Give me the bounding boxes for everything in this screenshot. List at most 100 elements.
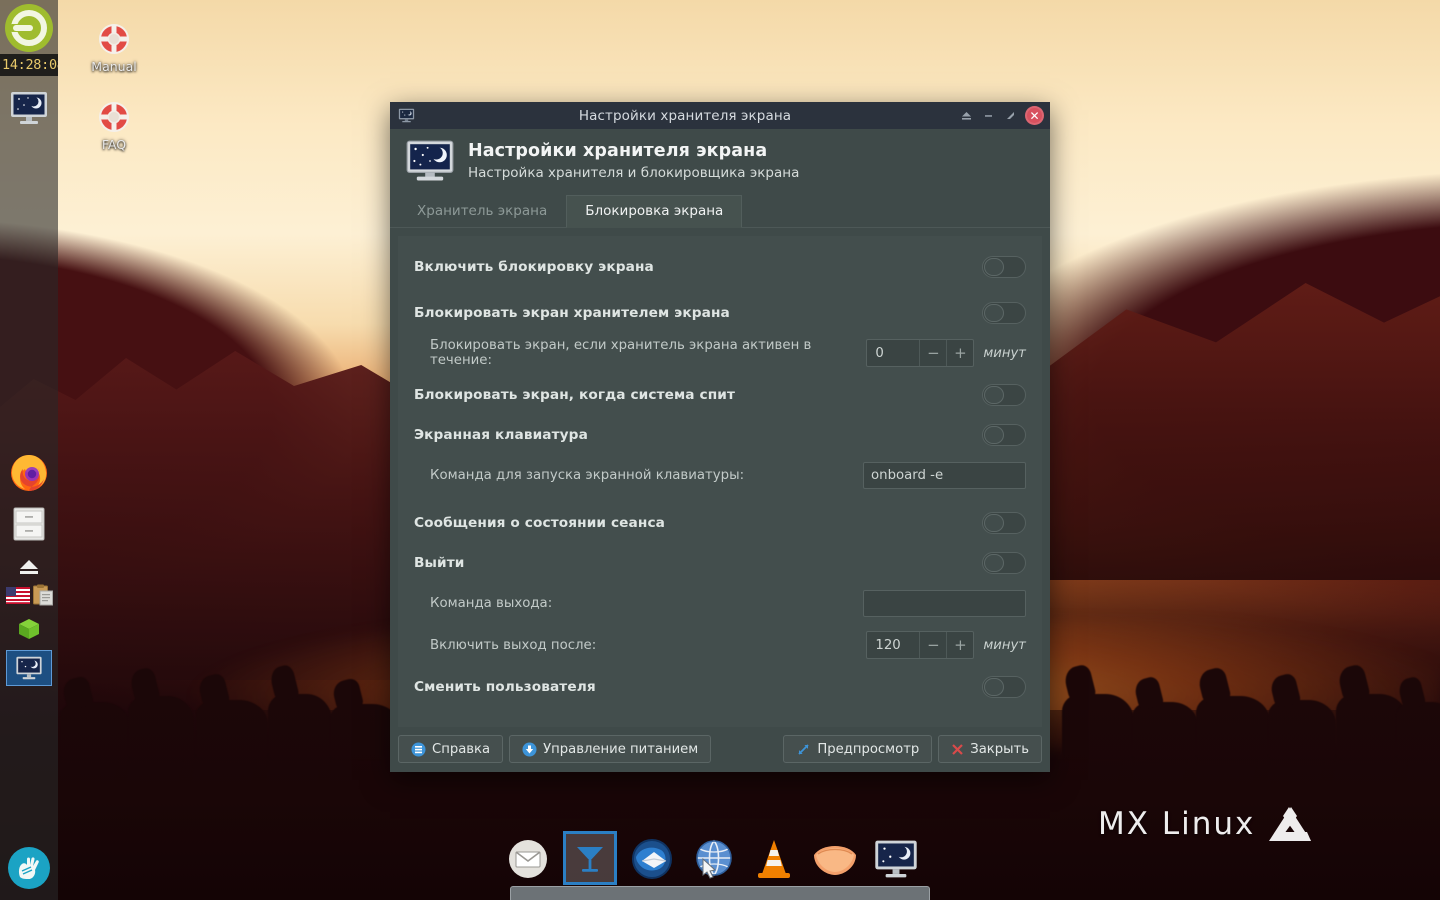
panel-clock[interactable]: 14:28:08 — [0, 54, 58, 76]
panel-screensaver-launcher[interactable] — [0, 82, 58, 134]
martini-glass-icon — [572, 840, 608, 876]
row-switch-user: Сменить пользователя — [414, 670, 1026, 704]
dock-item-screensaver[interactable] — [873, 836, 919, 882]
dock-item-thunderbird[interactable] — [629, 836, 675, 882]
lock-settings-panel: Включить блокировку экрана Блокировать э… — [398, 236, 1042, 727]
dock-item-web-browser[interactable] — [690, 836, 736, 882]
power-logout-icon — [3, 2, 55, 54]
mx-linux-wordmark: MX Linux — [1098, 806, 1255, 842]
toggle-knob — [984, 554, 1004, 572]
minimize-icon[interactable] — [977, 105, 999, 127]
panel-eject-button[interactable] — [0, 550, 58, 584]
panel-firefox-button[interactable] — [0, 446, 58, 498]
row-label: Включить блокировку экрана — [414, 259, 654, 275]
row-session-status-messages: Сообщения о состоянии сеанса — [414, 506, 1026, 540]
window-header-title: Настройки хранителя экрана — [468, 141, 799, 163]
dock-item-mail[interactable] — [505, 836, 551, 882]
tab-strip: Хранитель экрана Блокировка экрана — [390, 195, 1050, 228]
maximize-icon[interactable] — [999, 105, 1021, 127]
row-enable-lock: Включить блокировку экрана — [414, 250, 1026, 284]
toggle-knob — [984, 386, 1004, 404]
toggle-lock-on-sleep[interactable] — [982, 384, 1026, 406]
dock-item-clementine[interactable] — [812, 836, 858, 882]
thunderbird-icon — [630, 837, 674, 881]
globe-cursor-icon — [691, 837, 735, 881]
help-button[interactable]: Справка — [398, 735, 503, 763]
row-label: Сообщения о состоянии сеанса — [414, 515, 665, 531]
row-lock-delay: Блокировать экран, если хранитель экрана… — [414, 336, 1026, 370]
spinner-logout-delay[interactable]: 120 − + — [866, 631, 974, 659]
envelope-icon — [507, 838, 549, 880]
toggle-lock-with-screensaver[interactable] — [982, 302, 1026, 324]
screensaver-monitor-icon — [15, 656, 43, 680]
clipboard-icon[interactable] — [33, 584, 53, 606]
toggle-switch-user[interactable] — [982, 676, 1026, 698]
toggle-knob — [984, 426, 1004, 444]
screensaver-monitor-icon — [398, 108, 415, 123]
panel-logout-button[interactable] — [0, 2, 58, 54]
preview-button[interactable]: Предпросмотр — [783, 735, 932, 763]
power-manager-icon — [522, 742, 537, 757]
toggle-onscreen-keyboard[interactable] — [982, 424, 1026, 446]
help-button-label: Справка — [432, 742, 490, 757]
power-manager-button-label: Управление питанием — [543, 742, 698, 757]
spinner-decrement-icon[interactable]: − — [919, 632, 946, 658]
bottom-panel-strip[interactable] — [510, 886, 930, 900]
input-keyboard-command[interactable]: onboard -e — [863, 462, 1026, 489]
screensaver-settings-window: Настройки хранителя экрана ✕ — [390, 102, 1050, 772]
screensaver-monitor-icon — [9, 91, 49, 125]
clock-time: 14:28:08 — [2, 57, 58, 73]
screensaver-moon-monitor-icon — [406, 140, 454, 182]
input-logout-command[interactable] — [863, 590, 1026, 617]
desktop-icon-label: FAQ — [102, 137, 126, 152]
tab-screen-lock[interactable]: Блокировка экрана — [566, 195, 742, 228]
row-logout: Выйти — [414, 546, 1026, 580]
spinner-increment-icon[interactable]: + — [946, 632, 973, 658]
dock-item-wine[interactable] — [566, 834, 614, 882]
row-label: Команда для запуска экранной клавиатуры: — [430, 468, 744, 483]
spinner-increment-icon[interactable]: + — [946, 340, 973, 366]
row-label: Включить выход после: — [430, 638, 596, 653]
panel-file-manager-button[interactable] — [0, 498, 58, 550]
row-label: Блокировать экран, если хранитель экрана… — [430, 338, 866, 368]
mx-linux-watermark: MX Linux — [1098, 805, 1313, 843]
spinner-value[interactable]: 0 — [867, 340, 919, 366]
panel-accessibility-button[interactable] — [0, 842, 58, 894]
panel-package-updater-button[interactable] — [0, 614, 58, 644]
panel-tray — [0, 584, 58, 606]
us-flag-icon[interactable] — [6, 587, 30, 604]
spinner-value[interactable]: 120 — [867, 632, 919, 658]
help-icon — [411, 742, 426, 757]
preview-arrows-icon — [796, 742, 811, 757]
close-icon[interactable]: ✕ — [1025, 106, 1044, 125]
unit-label: минут — [983, 638, 1026, 653]
toggle-enable-lock[interactable] — [982, 256, 1026, 278]
desktop-icon-manual[interactable]: Manual — [68, 22, 160, 74]
toggle-knob — [984, 514, 1004, 532]
window-title: Настройки хранителя экрана — [415, 108, 955, 124]
row-label: Сменить пользователя — [414, 679, 596, 695]
window-titlebar[interactable]: Настройки хранителя экрана ✕ — [390, 102, 1050, 129]
bottom-dock — [505, 834, 919, 882]
row-label: Блокировать экран, когда система спит — [414, 387, 735, 403]
spinner-decrement-icon[interactable]: − — [919, 340, 946, 366]
row-label: Выйти — [414, 555, 464, 571]
close-button[interactable]: Закрыть — [938, 735, 1042, 763]
toggle-session-status-messages[interactable] — [982, 512, 1026, 534]
toggle-knob — [984, 258, 1004, 276]
toggle-logout[interactable] — [982, 552, 1026, 574]
file-cabinet-icon — [10, 505, 48, 543]
spinner-lock-delay[interactable]: 0 − + — [866, 339, 974, 367]
toggle-knob — [984, 678, 1004, 696]
desktop-icon-faq[interactable]: FAQ — [68, 100, 160, 152]
shade-icon[interactable] — [955, 105, 977, 127]
row-label: Блокировать экран хранителем экрана — [414, 305, 730, 321]
taskbar-item-screensaver-settings[interactable] — [6, 650, 52, 686]
green-package-icon — [17, 617, 41, 641]
window-header-subtitle: Настройка хранителя и блокировщика экран… — [468, 165, 799, 181]
dock-item-vlc[interactable] — [751, 836, 797, 882]
unit-label: минут — [983, 346, 1026, 361]
tab-screensaver[interactable]: Хранитель экрана — [398, 195, 566, 227]
row-logout-command: Команда выхода: — [414, 586, 1026, 620]
power-manager-button[interactable]: Управление питанием — [509, 735, 711, 763]
